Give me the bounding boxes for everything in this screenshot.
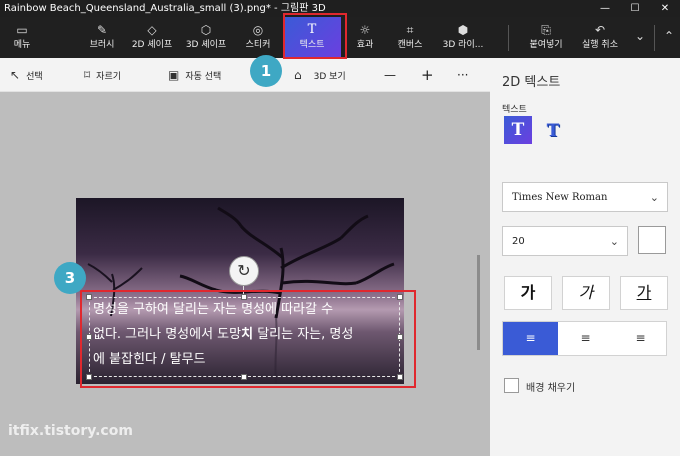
crop-button[interactable]: ⌑ 자르기: [84, 58, 121, 92]
crop-icon: ⌑: [84, 68, 91, 82]
minimize-button[interactable]: —: [590, 0, 620, 17]
sticker-icon: ◎: [252, 23, 264, 37]
3d-text-button[interactable]: T: [542, 120, 564, 142]
align-left-icon: ≡: [525, 331, 536, 345]
highlight-box-text-tool: [283, 13, 347, 59]
rotate-handle[interactable]: ↻: [229, 256, 259, 286]
undo-button[interactable]: ↶ 실행 취소: [574, 17, 626, 58]
3d-shapes-tool[interactable]: ⬡ 3D 셰이프: [180, 17, 232, 58]
3d-text-icon: T: [546, 121, 560, 141]
italic-button[interactable]: 가: [562, 276, 610, 310]
zoom-out-button[interactable]: —: [384, 58, 396, 92]
2d-shapes-tool[interactable]: ◇ 2D 셰이프: [126, 17, 178, 58]
panel-subtitle: 텍스트: [502, 105, 527, 115]
more-options-button[interactable]: ···: [457, 58, 468, 92]
paint3d-window: Rainbow Beach_Queensland_Australia_small…: [0, 0, 680, 456]
select-button[interactable]: ↖ 선택: [10, 58, 43, 92]
chevron-down-icon: ⌄: [609, 234, 619, 248]
window-title: Rainbow Beach_Queensland_Australia_small…: [4, 3, 326, 14]
align-center-icon: ≡: [580, 331, 591, 345]
underline-button[interactable]: 가: [620, 276, 668, 310]
menu-button[interactable]: ▭ 메뉴: [0, 17, 44, 58]
maximize-button[interactable]: ☐: [620, 0, 650, 17]
effects-tool[interactable]: ☼ 효과: [344, 17, 386, 58]
highlight-box-text: [80, 290, 416, 388]
toolbar-divider: [654, 25, 655, 51]
magic-select-icon: ▣: [168, 68, 180, 82]
font-family-select[interactable]: Times New Roman ⌄: [502, 182, 668, 212]
undo-history-button[interactable]: ⌄: [630, 17, 650, 58]
chevron-up-icon: ⌃: [663, 29, 675, 43]
alignment-group: ≡ ≡ ≡: [502, 321, 667, 356]
text-panel: 2D 텍스트 텍스트 T T Times New Roman ⌄ 20 ⌄ 가 …: [490, 58, 680, 456]
font-size-select[interactable]: 20 ⌄: [502, 226, 628, 256]
3d-view-icon: ⌂: [294, 68, 302, 82]
brush-icon: ✎: [96, 23, 108, 37]
watermark: itfix.tistory.com: [8, 423, 133, 439]
collapse-toolbar-button[interactable]: ⌃: [660, 17, 678, 58]
background-fill-label: 배경 채우기: [526, 383, 576, 394]
3d-library-icon: ⬢: [457, 23, 469, 37]
panel-title: 2D 텍스트: [502, 75, 561, 90]
toolbar-divider: [508, 25, 509, 51]
rotate-icon: ↻: [237, 261, 251, 280]
brush-tool[interactable]: ✎ 브러시: [80, 17, 124, 58]
folder-icon: ▭: [16, 23, 28, 37]
sticker-tool[interactable]: ◎ 스티커: [236, 17, 280, 58]
canvas-tool[interactable]: ⌗ 캔버스: [388, 17, 432, 58]
text-color-swatch[interactable]: [638, 226, 666, 254]
window-controls: — ☐ ✕: [590, 0, 680, 17]
minus-icon: —: [384, 68, 396, 82]
effects-icon: ☼: [359, 23, 371, 37]
align-center-button[interactable]: ≡: [558, 322, 613, 355]
bold-button[interactable]: 가: [504, 276, 552, 310]
callout-3: 3: [54, 262, 86, 294]
undo-icon: ↶: [594, 23, 606, 37]
callout-1: 1: [250, 55, 282, 87]
close-button[interactable]: ✕: [650, 0, 680, 17]
magic-select-button[interactable]: ▣ 자동 선택: [168, 58, 221, 92]
background-fill-checkbox[interactable]: [504, 378, 519, 393]
cursor-icon: ↖: [10, 68, 21, 82]
align-right-icon: ≡: [635, 331, 646, 345]
align-right-button[interactable]: ≡: [613, 322, 668, 355]
paste-icon: ⎘: [541, 23, 551, 37]
chevron-down-icon: ⌄: [649, 190, 659, 204]
canvas-icon: ⌗: [406, 23, 414, 37]
2d-text-button[interactable]: T: [504, 116, 532, 144]
3d-library-tool[interactable]: ⬢ 3D 라이...: [436, 17, 490, 58]
more-icon: ···: [457, 68, 469, 82]
paste-button[interactable]: ⎘ 붙여넣기: [524, 17, 568, 58]
vertical-scrollbar[interactable]: [477, 255, 480, 350]
canvas-toolbar: ↖ 선택 ⌑ 자르기 ▣ 자동 선택 ⌂ 3D 보기 — + ···: [0, 58, 490, 92]
3d-view-button[interactable]: ⌂ 3D 보기: [294, 58, 346, 92]
chevron-down-icon: ⌄: [634, 29, 646, 43]
plus-icon: +: [421, 66, 434, 84]
2d-shapes-icon: ◇: [147, 23, 157, 37]
align-left-button[interactable]: ≡: [503, 322, 558, 355]
2d-text-icon: T: [511, 120, 525, 140]
3d-shapes-icon: ⬡: [200, 23, 212, 37]
zoom-in-button[interactable]: +: [421, 58, 434, 92]
